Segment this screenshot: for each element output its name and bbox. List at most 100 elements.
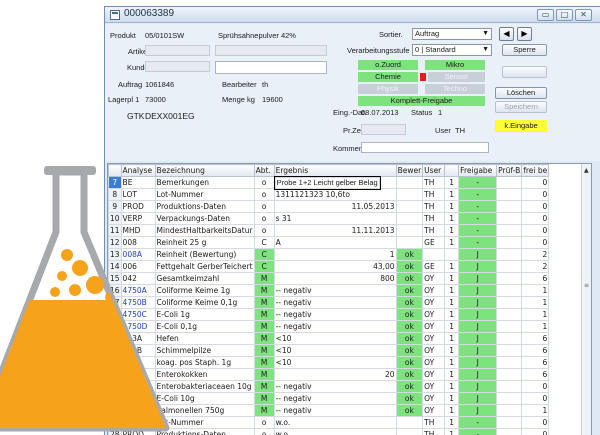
table-row[interactable]: 27 LOT Lot-Nummer o w.o. TH 1- 0 (108, 416, 550, 429)
ergebnis-cell[interactable]: <10 (273, 356, 397, 369)
freigabe-cell: - (458, 212, 498, 225)
artikel-description-field[interactable] (215, 45, 327, 56)
table-row[interactable]: 8 LOT Lot-Nummer o 1311121323 10,6to TH 1- 0 (108, 188, 550, 201)
grid-header-cell[interactable]: Prüf-B (496, 164, 523, 177)
table-row[interactable]: 15 042 Gesamtkeimzahl M 800 ok OY 1 J 6 (108, 272, 550, 285)
table-row[interactable]: 19 4750D E-Coli 0,1g M -- negativ ok OY 1 J 1 (108, 320, 550, 333)
ergebnis-cell[interactable]: -- negativ (273, 392, 397, 405)
grid-scrollbar[interactable]: ▲ ≡ (581, 164, 591, 435)
auftrag-label: Auftrag (118, 80, 143, 89)
verarbeitungsstufe-label: Verarbeitungsstufe (347, 46, 410, 55)
ergebnis-cell[interactable]: s 31 (273, 212, 397, 225)
freigabe-cell: - (458, 176, 498, 189)
loeschen-button[interactable]: Löschen (495, 87, 547, 99)
table-row[interactable]: 16 4750A Coliforme Keime 1g M -- negativ ok OY… (108, 284, 550, 297)
ergebnis-cell[interactable]: <10 (273, 344, 397, 357)
maximize-button[interactable]: □ (556, 9, 573, 21)
ergebnis-cell[interactable]: Probe 1+2 Leicht gelber Belag (273, 176, 381, 190)
artikel-field[interactable] (145, 45, 210, 56)
verarbeitungsstufe-select[interactable]: 0 | Standard ▼ (412, 44, 492, 56)
grid-header-cell[interactable]: User (422, 164, 446, 177)
abteilung-cell: M (253, 356, 275, 369)
table-row[interactable]: 28 PROD Produktions-Daten o w.o. TH 1- 0 (108, 428, 550, 435)
kommentar-field[interactable] (361, 142, 489, 153)
table-row[interactable]: 10 VERP Verpackungs-Daten o s 31 TH 1- 0 (108, 212, 550, 225)
abteilung-cell: o (253, 188, 275, 201)
pr-zeit-field[interactable] (361, 124, 406, 135)
ergebnis-cell[interactable]: -- negativ (273, 320, 397, 333)
table-row[interactable]: 18 4750C E-Coli 1g M -- negativ ok OY 1 J 1 (108, 308, 550, 321)
ergebnis-cell[interactable]: A (273, 236, 397, 249)
row-number-cell: 11 (108, 224, 122, 237)
bewertung-cell: ok (395, 272, 424, 285)
table-row[interactable]: 20 043A Hefen M <10 ok OY 1 J 6 (108, 332, 550, 345)
analyse-code-cell: 4750D (120, 320, 156, 333)
speichern-button[interactable]: Speichern (495, 101, 547, 113)
ergebnis-cell[interactable]: 20 (273, 368, 397, 381)
table-row[interactable]: 23 044 Enterokokken M 20 ok OY 1 J 6 (108, 368, 550, 381)
ergebnis-cell[interactable]: -- negativ (273, 284, 397, 297)
kunde-name-field[interactable] (215, 61, 327, 74)
scroll-up-icon[interactable]: ▲ (584, 167, 589, 174)
grid-header-cell[interactable]: Ergebnis (273, 164, 397, 177)
table-row[interactable]: 11 MHD MindestHaltbarkeitsDatur o 11.11.2013… (108, 224, 550, 237)
table-row[interactable]: 17 4750B Coliforme Keime 0,1g M -- negativ ok… (108, 296, 550, 309)
ergebnis-cell[interactable]: 1 (273, 248, 397, 261)
ergebnis-cell[interactable]: w.o. (273, 416, 397, 429)
ergebnis-cell[interactable]: -- negativ (273, 380, 397, 393)
ergebnis-cell[interactable]: <10 (273, 332, 397, 345)
user-cell: TH (422, 428, 446, 435)
ergebnis-cell[interactable]: -- negativ (273, 404, 397, 417)
bewertung-cell: ok (395, 284, 424, 297)
close-button[interactable]: ✕ (575, 9, 592, 21)
grid-header-cell[interactable] (108, 164, 122, 177)
pruef-b-cell (496, 260, 523, 273)
sortier-select[interactable]: Auftrag ▼ (412, 28, 492, 40)
ergebnis-cell[interactable]: 43,00 (273, 260, 397, 273)
table-row[interactable]: 21 043B Schimmelpilze M <10 ok OY 1 J 6 (108, 344, 550, 357)
sperre-button[interactable]: Sperre (502, 44, 547, 56)
abteilung-cell: o (253, 200, 275, 213)
user-cell: GE (422, 260, 446, 273)
abteilung-cell: C (253, 260, 275, 273)
freigabe-cell: J (458, 356, 498, 369)
grid-header-cell[interactable] (444, 164, 460, 177)
count-cell: 1 (444, 284, 460, 297)
table-row[interactable]: 12 008 Reinheit 25 g C A GE 1- 0 (108, 236, 550, 249)
scroll-grip-icon[interactable]: ≡ (584, 282, 589, 289)
pruef-b-cell (496, 236, 523, 249)
grid-header-cell[interactable]: Bewer (395, 164, 424, 177)
status-komplett-freigabe: Komplett-Freigabe (358, 96, 485, 106)
pruef-b-cell (496, 428, 523, 435)
grid-header-cell[interactable]: Abt. (253, 164, 275, 177)
count-cell: 1 (444, 344, 460, 357)
ergebnis-cell[interactable]: 11.11.2013 (273, 224, 397, 237)
ergebnis-cell[interactable]: 11.05.2013 (273, 200, 397, 213)
grid-header-cell[interactable]: frei be (521, 164, 550, 177)
count-cell: 1 (444, 176, 460, 189)
analyse-code-cell: 4750A (120, 284, 156, 297)
count-cell: 1 (444, 236, 460, 249)
ergebnis-cell[interactable]: -- negativ (273, 308, 397, 321)
table-row[interactable]: 9 PROD Produktions-Daten o 11.05.2013 TH 1- 0 (108, 200, 550, 213)
grid-header-cell[interactable]: Analyse (120, 164, 156, 177)
table-row[interactable]: 7 BE Bemerkungen o Probe 1+2 Leicht gelber B… (108, 176, 550, 190)
table-row[interactable]: 14 006 Fettgehalt GerberTeichert C 43,00 ok GE… (108, 260, 550, 273)
ergebnis-cell[interactable]: w.o. (273, 428, 397, 435)
grid-header-cell[interactable]: Bezeichnung (154, 164, 255, 177)
kunde-field[interactable] (145, 61, 210, 72)
grid-header-cell[interactable]: Freigabe (458, 164, 498, 177)
ergebnis-cell[interactable]: 1311121323 10,6to (273, 188, 397, 201)
table-row[interactable]: 13 008A Reinheit (Bewertung) C 1 ok J 2 (108, 248, 550, 261)
table-row[interactable]: 22 045 koag. pos Staph. 1g M <10 ok OY 1 J 6 (108, 356, 550, 369)
table-row[interactable]: 25 4749B E-Coli 10g M -- negativ ok OY 1 J 0 (108, 392, 550, 405)
table-row[interactable]: 24 4749A Enterobakteriaceaen 10g M -- negati… (108, 380, 550, 393)
table-row[interactable]: 26 4701E Salmonellen 750g M -- negativ ok OY 1 J… (108, 404, 550, 417)
menge-label: Menge kg (222, 95, 255, 104)
next-record-button[interactable]: ▶ (517, 27, 532, 41)
previous-record-button[interactable]: ◀ (499, 27, 514, 41)
ergebnis-cell[interactable]: 800 (273, 272, 397, 285)
ergebnis-cell[interactable]: -- negativ (273, 296, 397, 309)
minimize-button[interactable]: ▭ (537, 9, 554, 21)
user-cell: OY (422, 296, 446, 309)
